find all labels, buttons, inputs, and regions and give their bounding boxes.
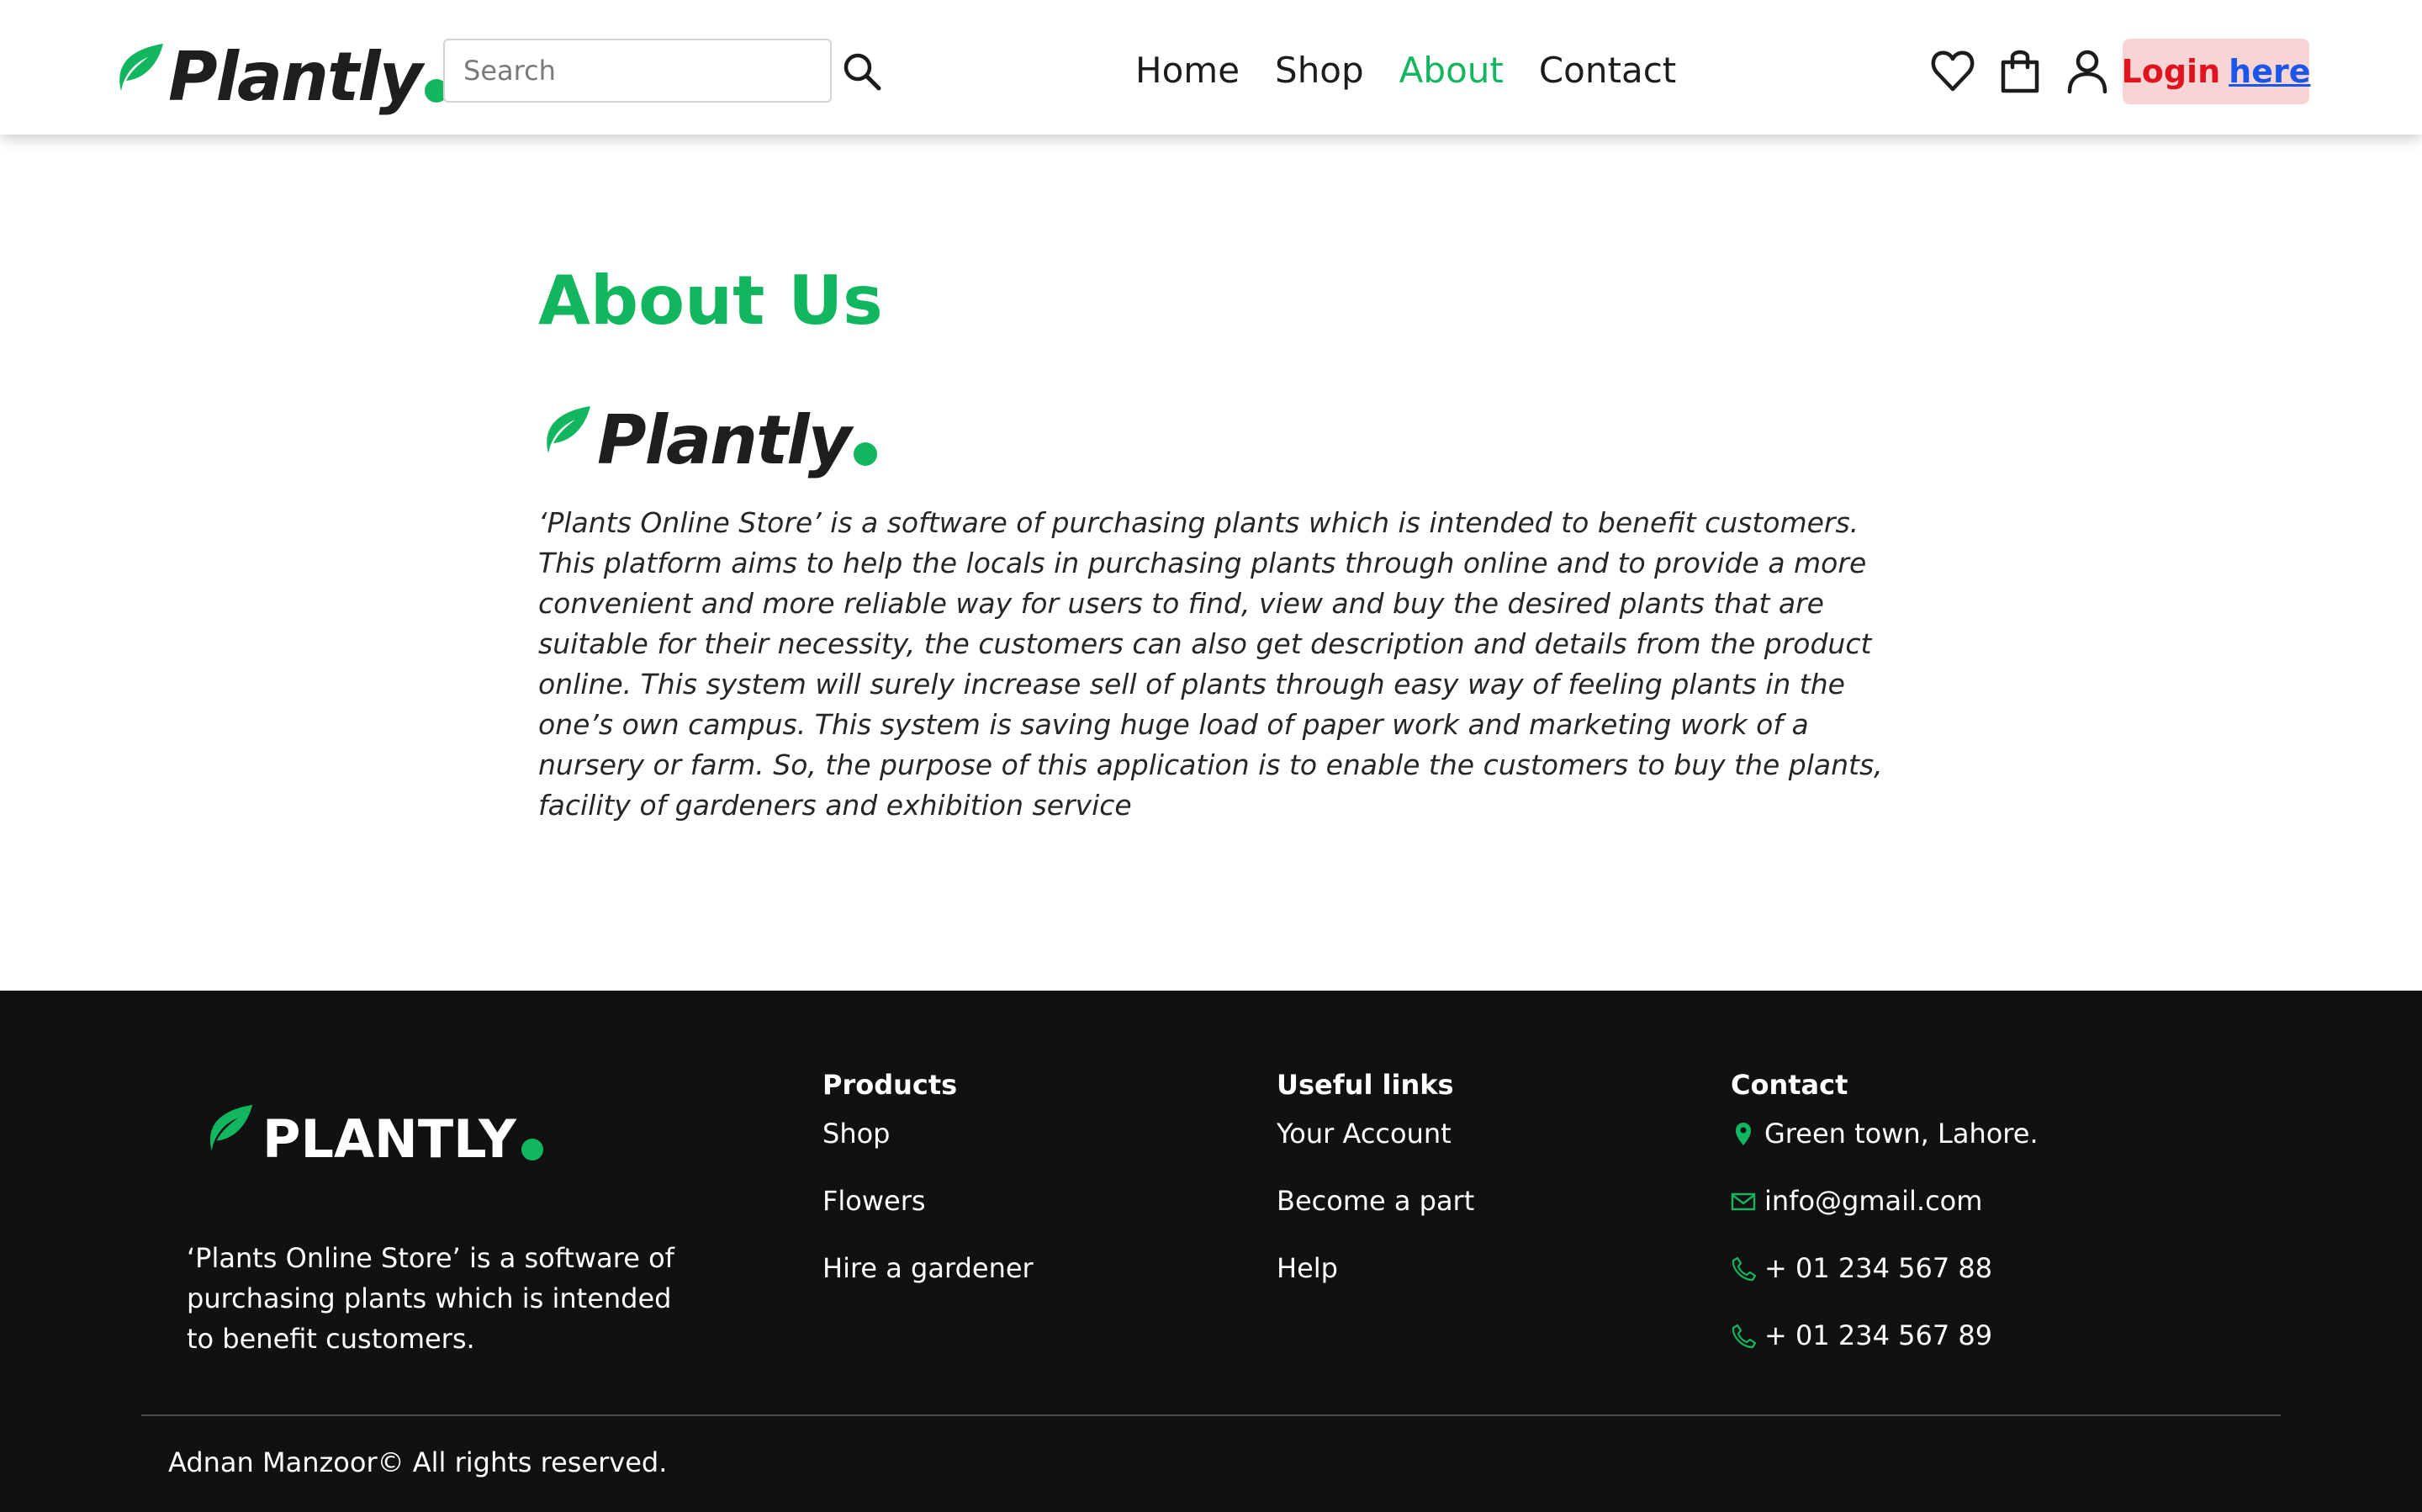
footer-link-help[interactable]: Help (1277, 1251, 1474, 1285)
logo-dot (521, 1139, 543, 1160)
footer-logo-text: PLANTLY (262, 1108, 516, 1170)
footer-link-your-account[interactable]: Your Account (1277, 1117, 1474, 1150)
footer-useful-links-column: Useful links Your Account Become a part … (1277, 1071, 1474, 1319)
footer-contact-column: Contact Green town, Lahore. info@gmail.c… (1731, 1071, 2039, 1386)
phone-icon (1732, 1256, 1756, 1282)
contact-phone-1[interactable]: + 01 234 567 88 (1731, 1251, 2039, 1285)
footer-divider (141, 1414, 2281, 1416)
nav-shop[interactable]: Shop (1275, 44, 1364, 98)
nav-about[interactable]: About (1399, 44, 1504, 98)
about-logo: Plantly (538, 404, 877, 474)
logo-text: Plantly (597, 401, 852, 479)
site-header: Plantly Home Shop About Contact Login he… (0, 0, 2422, 135)
login-label: Login (2121, 53, 2221, 90)
footer-link-hire-gardener[interactable]: Hire a gardener (822, 1251, 1034, 1285)
logo-dot (853, 442, 877, 466)
leaf-icon (547, 406, 590, 453)
footer-description: ‘Plants Online Store’ is a software of p… (187, 1242, 674, 1355)
footer-link-shop[interactable]: Shop (822, 1117, 1034, 1150)
phone-icon (1732, 1324, 1756, 1349)
footer-products-column: Products Shop Flowers Hire a gardener (822, 1071, 1034, 1319)
footer-link-flowers[interactable]: Flowers (822, 1184, 1034, 1218)
footer-logo[interactable]: PLANTLY (202, 1102, 543, 1166)
search-icon[interactable] (841, 50, 883, 93)
footer-contact-heading: Contact (1731, 1069, 1848, 1101)
contact-address: Green town, Lahore. (1731, 1117, 2039, 1150)
page-title: About Us (538, 262, 883, 340)
location-pin-icon (1736, 1123, 1751, 1145)
footer-link-become-a-part[interactable]: Become a part (1277, 1184, 1474, 1218)
nav-home[interactable]: Home (1135, 44, 1240, 98)
header-logo[interactable]: Plantly (111, 42, 448, 111)
shopping-bag-icon[interactable] (1998, 47, 2042, 94)
about-description: ‘Plants Online Store’ is a software of p… (538, 506, 1883, 822)
login-here-link[interactable]: here (2229, 53, 2310, 90)
logo-text: Plantly (168, 38, 423, 116)
user-icon[interactable] (2065, 47, 2109, 94)
copyright-text: Adnan Manzoor© All rights reserved. (168, 1446, 668, 1478)
heart-icon[interactable] (1931, 47, 1975, 94)
mail-icon (1731, 1192, 1756, 1211)
footer-products-heading: Products (822, 1069, 958, 1101)
main-nav: Home Shop About Contact (1135, 44, 1676, 98)
leaf-icon (119, 44, 163, 91)
site-footer: PLANTLY ‘Plants Online Store’ is a softw… (0, 991, 2422, 1512)
login-button[interactable]: Login here (2121, 39, 2310, 104)
contact-phone-2[interactable]: + 01 234 567 89 (1731, 1319, 2039, 1352)
contact-email[interactable]: info@gmail.com (1731, 1184, 2039, 1218)
search-input[interactable] (443, 39, 832, 103)
leaf-icon (209, 1104, 253, 1151)
footer-useful-links-heading: Useful links (1277, 1069, 1454, 1101)
nav-contact[interactable]: Contact (1539, 44, 1676, 98)
